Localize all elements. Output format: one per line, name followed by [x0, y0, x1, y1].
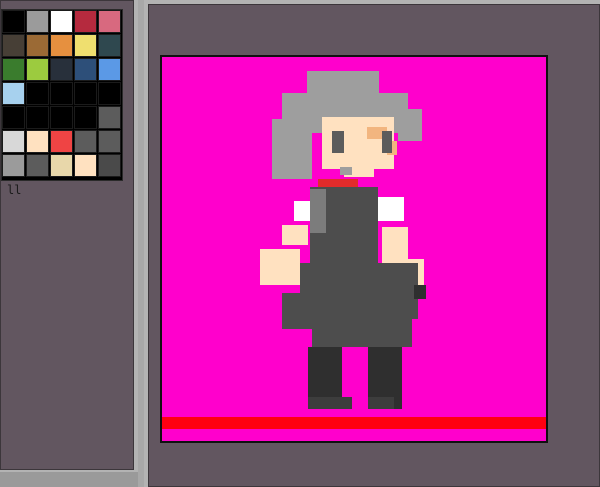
- eye: [332, 131, 344, 153]
- palette-swatch[interactable]: [26, 82, 49, 105]
- palette-swatch[interactable]: [26, 154, 49, 177]
- palette-swatch[interactable]: [98, 106, 121, 129]
- palette-swatch[interactable]: [50, 34, 73, 57]
- pixel-editor-window: ll: [0, 0, 600, 487]
- eye: [382, 131, 392, 153]
- palette-swatch[interactable]: [26, 58, 49, 81]
- pixel-canvas[interactable]: [162, 57, 546, 441]
- panel-divider[interactable]: [138, 0, 144, 487]
- palette-swatch[interactable]: [74, 10, 97, 33]
- palette-swatch[interactable]: [50, 106, 73, 129]
- palette-swatch[interactable]: [2, 106, 25, 129]
- dress-shade: [310, 189, 326, 233]
- palette-swatch[interactable]: [26, 106, 49, 129]
- palette-swatch[interactable]: [26, 130, 49, 153]
- color-palette: [1, 9, 123, 181]
- palette-swatch[interactable]: [98, 154, 121, 177]
- palette-swatch[interactable]: [98, 130, 121, 153]
- palette-swatch[interactable]: [2, 10, 25, 33]
- palette-swatch[interactable]: [2, 154, 25, 177]
- palette-swatch[interactable]: [2, 130, 25, 153]
- bow: [318, 179, 358, 187]
- hair: [272, 119, 312, 179]
- palette-swatch[interactable]: [50, 58, 73, 81]
- palette-swatch[interactable]: [74, 130, 97, 153]
- palette-swatch[interactable]: [50, 82, 73, 105]
- arm: [382, 227, 408, 263]
- palette-panel: ll: [0, 0, 134, 470]
- palette-swatch[interactable]: [50, 10, 73, 33]
- floor-line: [162, 417, 546, 429]
- skirt-shade: [414, 285, 426, 299]
- shoulder: [376, 197, 404, 221]
- palette-swatch[interactable]: [50, 130, 73, 153]
- palette-footer-strip: [0, 472, 138, 487]
- palette-swatch[interactable]: [98, 82, 121, 105]
- shoe: [368, 397, 394, 409]
- palette-swatch[interactable]: [98, 58, 121, 81]
- arm: [282, 225, 308, 245]
- palette-swatch[interactable]: [50, 154, 73, 177]
- palette-label: ll: [7, 183, 22, 197]
- hair: [398, 109, 422, 141]
- palette-swatch[interactable]: [26, 10, 49, 33]
- hair: [307, 71, 379, 93]
- palette-swatch[interactable]: [74, 154, 97, 177]
- palette-swatch[interactable]: [98, 10, 121, 33]
- mouth: [340, 167, 352, 175]
- palette-swatch[interactable]: [2, 82, 25, 105]
- palette-swatch[interactable]: [26, 34, 49, 57]
- canvas-frame: [160, 55, 548, 443]
- palette-swatch[interactable]: [2, 34, 25, 57]
- palette-swatch[interactable]: [74, 34, 97, 57]
- palette-swatch[interactable]: [74, 82, 97, 105]
- palette-swatch[interactable]: [2, 58, 25, 81]
- skirt: [300, 263, 418, 319]
- skirt-bottom: [312, 317, 412, 347]
- shoe: [308, 397, 352, 409]
- skirt-left: [282, 293, 312, 329]
- hand: [260, 249, 300, 285]
- palette-swatch[interactable]: [74, 58, 97, 81]
- palette-swatch[interactable]: [98, 34, 121, 57]
- palette-swatch[interactable]: [74, 106, 97, 129]
